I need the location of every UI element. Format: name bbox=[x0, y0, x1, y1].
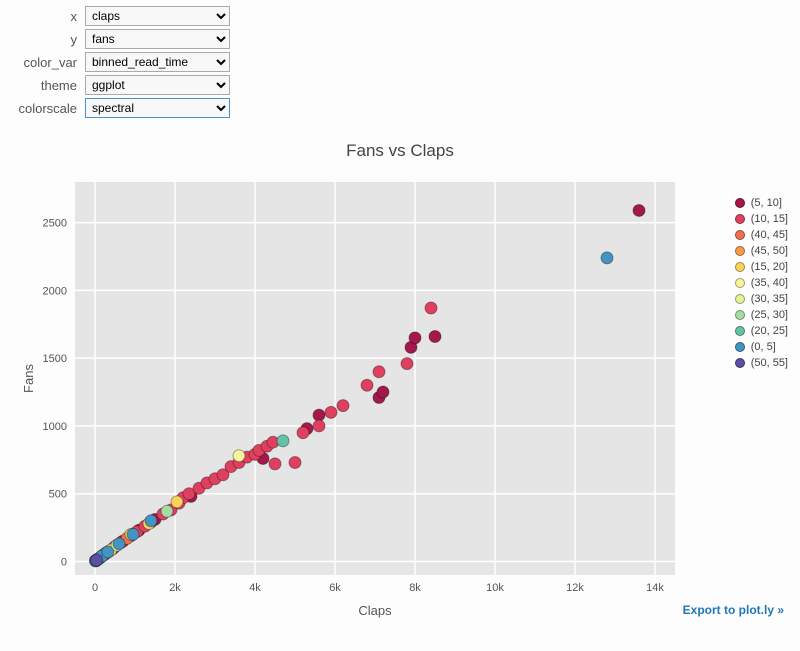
x-tick: 6k bbox=[329, 582, 341, 594]
legend-label: (40, 45] bbox=[751, 229, 788, 241]
y-tick: 1500 bbox=[43, 353, 67, 365]
chart-container: Fans vs Claps 0 2k 4k 6k 8k 10k 12k 14k 0 500 1000… bbox=[0, 141, 800, 625]
legend-item[interactable]: (35, 40] bbox=[735, 277, 788, 289]
control-y: y fans bbox=[0, 29, 800, 49]
control-x-label: x bbox=[0, 9, 85, 24]
data-point[interactable] bbox=[377, 386, 389, 398]
control-color-label: color_var bbox=[0, 55, 85, 70]
data-point[interactable] bbox=[102, 546, 114, 558]
data-point[interactable] bbox=[269, 458, 281, 470]
data-point[interactable] bbox=[127, 528, 139, 540]
select-x[interactable]: claps bbox=[85, 6, 230, 26]
legend-label: (5, 10] bbox=[751, 197, 782, 209]
legend-dot-icon bbox=[735, 342, 745, 352]
data-point[interactable] bbox=[337, 400, 349, 412]
legend-label: (45, 50] bbox=[751, 245, 788, 257]
data-point[interactable] bbox=[171, 496, 183, 508]
x-tick: 8k bbox=[409, 582, 421, 594]
legend-item[interactable]: (25, 30] bbox=[735, 309, 788, 321]
y-tick: 2500 bbox=[43, 218, 67, 230]
x-tick: 12k bbox=[566, 582, 584, 594]
y-tick: 1000 bbox=[43, 421, 67, 433]
controls-panel: x claps y fans color_var binned_read_tim… bbox=[0, 0, 800, 129]
legend-item[interactable]: (5, 10] bbox=[735, 197, 788, 209]
data-point[interactable] bbox=[277, 435, 289, 447]
legend-dot-icon bbox=[735, 230, 745, 240]
data-point[interactable] bbox=[425, 302, 437, 314]
data-point[interactable] bbox=[233, 450, 245, 462]
control-theme-label: theme bbox=[0, 78, 85, 93]
legend-dot-icon bbox=[735, 294, 745, 304]
x-axis-label: Claps bbox=[358, 603, 392, 618]
data-point[interactable] bbox=[633, 204, 645, 216]
x-tick: 4k bbox=[249, 582, 261, 594]
legend-item[interactable]: (40, 45] bbox=[735, 229, 788, 241]
data-point[interactable] bbox=[325, 406, 337, 418]
select-y[interactable]: fans bbox=[85, 29, 230, 49]
legend-label: (50, 55] bbox=[751, 357, 788, 369]
control-y-label: y bbox=[0, 32, 85, 47]
scatter-plot[interactable]: 0 2k 4k 6k 8k 10k 12k 14k 0 500 1000 1500 2000 2500 Cl… bbox=[15, 177, 785, 625]
x-tick: 14k bbox=[646, 582, 664, 594]
export-link[interactable]: Export to plot.ly » bbox=[683, 603, 784, 617]
data-point[interactable] bbox=[401, 358, 413, 370]
legend-dot-icon bbox=[735, 358, 745, 368]
select-color-var[interactable]: binned_read_time bbox=[85, 52, 230, 72]
x-tick: 0 bbox=[92, 582, 98, 594]
data-point[interactable] bbox=[409, 332, 421, 344]
legend: (5, 10] (10, 15] (40, 45] (45, 50] (15, 20] (… bbox=[735, 197, 788, 373]
y-tick: 500 bbox=[49, 489, 67, 501]
legend-item[interactable]: (15, 20] bbox=[735, 261, 788, 273]
control-color-var: color_var binned_read_time bbox=[0, 52, 800, 72]
data-point[interactable] bbox=[429, 330, 441, 342]
legend-label: (25, 30] bbox=[751, 309, 788, 321]
data-point[interactable] bbox=[113, 538, 125, 550]
legend-dot-icon bbox=[735, 278, 745, 288]
data-point[interactable] bbox=[289, 457, 301, 469]
data-point[interactable] bbox=[313, 420, 325, 432]
legend-item[interactable]: (30, 35] bbox=[735, 293, 788, 305]
legend-dot-icon bbox=[735, 214, 745, 224]
legend-dot-icon bbox=[735, 262, 745, 272]
legend-item[interactable]: (20, 25] bbox=[735, 325, 788, 337]
legend-label: (0, 5] bbox=[751, 341, 776, 353]
legend-label: (35, 40] bbox=[751, 277, 788, 289]
legend-dot-icon bbox=[735, 198, 745, 208]
chart-title: Fans vs Claps bbox=[0, 141, 800, 161]
legend-dot-icon bbox=[735, 326, 745, 336]
legend-label: (15, 20] bbox=[751, 261, 788, 273]
x-tick: 2k bbox=[169, 582, 181, 594]
control-x: x claps bbox=[0, 6, 800, 26]
select-colorscale[interactable]: spectral bbox=[85, 98, 230, 118]
legend-dot-icon bbox=[735, 246, 745, 256]
control-colorscale-label: colorscale bbox=[0, 101, 85, 116]
y-axis-label: Fans bbox=[21, 364, 36, 393]
select-theme[interactable]: ggplot bbox=[85, 75, 230, 95]
data-point[interactable] bbox=[601, 252, 613, 264]
legend-label: (20, 25] bbox=[751, 325, 788, 337]
data-point[interactable] bbox=[313, 409, 325, 421]
y-tick: 2000 bbox=[43, 285, 67, 297]
y-tick: 0 bbox=[61, 556, 67, 568]
x-tick: 10k bbox=[486, 582, 504, 594]
data-point[interactable] bbox=[145, 515, 157, 527]
legend-label: (10, 15] bbox=[751, 213, 788, 225]
legend-label: (30, 35] bbox=[751, 293, 788, 305]
legend-item[interactable]: (45, 50] bbox=[735, 245, 788, 257]
legend-item[interactable]: (0, 5] bbox=[735, 341, 788, 353]
data-point[interactable] bbox=[373, 366, 385, 378]
control-colorscale: colorscale spectral bbox=[0, 98, 800, 118]
legend-dot-icon bbox=[735, 310, 745, 320]
control-theme: theme ggplot bbox=[0, 75, 800, 95]
data-point[interactable] bbox=[297, 427, 309, 439]
legend-item[interactable]: (10, 15] bbox=[735, 213, 788, 225]
data-point[interactable] bbox=[91, 554, 103, 566]
data-point[interactable] bbox=[361, 379, 373, 391]
data-point[interactable] bbox=[161, 505, 173, 517]
legend-item[interactable]: (50, 55] bbox=[735, 357, 788, 369]
